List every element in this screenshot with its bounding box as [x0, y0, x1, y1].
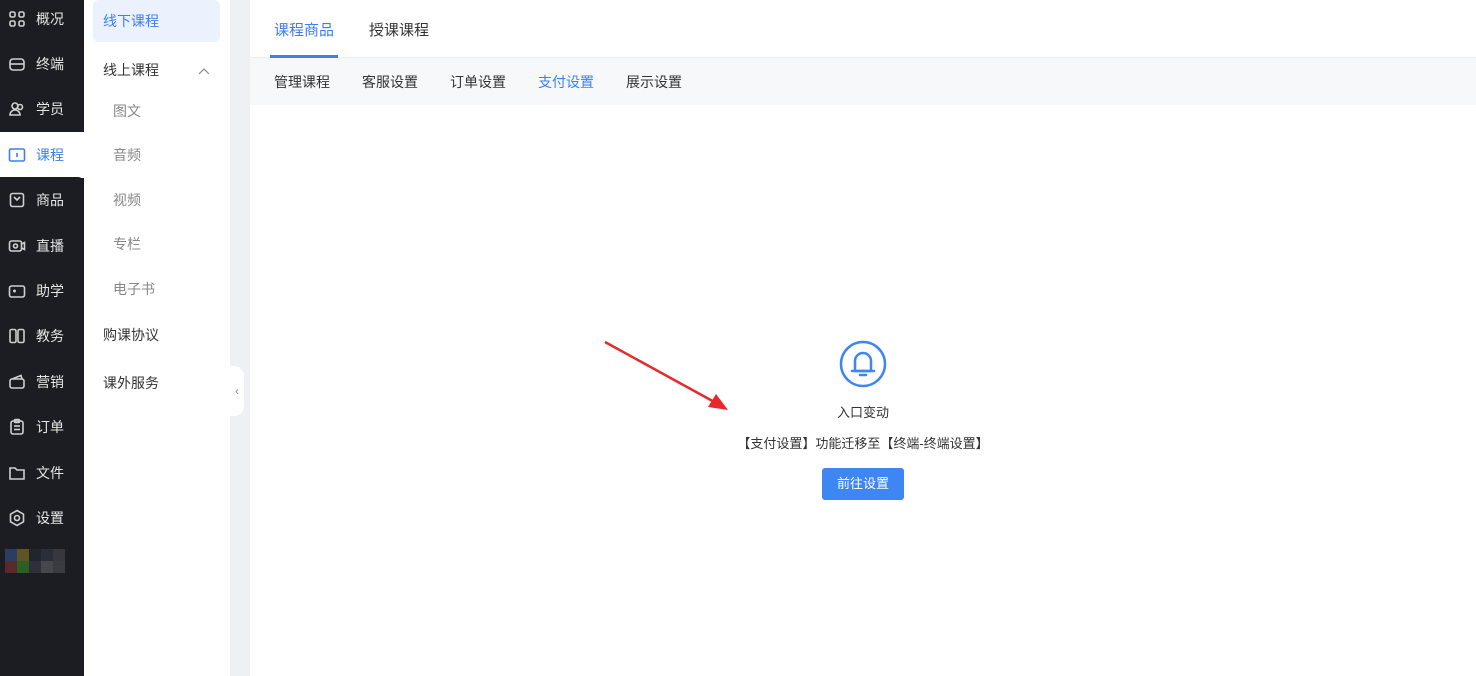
terminal-icon: [8, 55, 26, 73]
nav-item-course[interactable]: 课程: [0, 132, 84, 178]
subtab-service[interactable]: 客服设置: [362, 58, 418, 105]
nav-item-label: 学员: [36, 101, 64, 118]
collapse-sidebar-button[interactable]: ‹: [230, 366, 244, 416]
subnav-extra-service[interactable]: 课外服务: [93, 362, 220, 404]
nav-item-settings[interactable]: 设置: [0, 495, 84, 541]
grid-icon: [8, 10, 26, 28]
nav-item-live[interactable]: 直播: [0, 223, 84, 268]
subnav-online-course[interactable]: 线上课程: [93, 49, 220, 91]
nav-item-goods[interactable]: 商品: [0, 177, 84, 223]
nav-item-label: 概况: [36, 10, 64, 27]
tab-teaching-course[interactable]: 授课课程: [365, 0, 433, 58]
nav-item-label: 设置: [36, 509, 64, 526]
subtab-order[interactable]: 订单设置: [450, 58, 506, 105]
divider: [230, 0, 250, 676]
red-arrow-annotation: [604, 340, 728, 410]
bell-icon: [839, 340, 887, 388]
subnav-item-video[interactable]: 视频: [93, 179, 220, 221]
main-sidebar: 概况终端学员课程商品直播助学教务营销订单文件设置: [0, 0, 84, 676]
nav-item-columns[interactable]: 教务: [0, 313, 84, 359]
subnav-item-column[interactable]: 专栏: [93, 223, 220, 265]
subtab-manage[interactable]: 管理课程: [274, 58, 330, 105]
nav-item-users[interactable]: 学员: [0, 86, 84, 132]
subnav-offline-course[interactable]: 线下课程: [93, 0, 220, 42]
notice-description: 【支付设置】功能迁移至【终端-终端设置】: [737, 436, 989, 451]
users-icon: [8, 100, 26, 118]
clipboard-icon: [8, 418, 26, 436]
goods-icon: [8, 191, 26, 209]
settings-icon: [8, 509, 26, 527]
subtab-payment[interactable]: 支付设置: [538, 58, 594, 105]
nav-item-label: 直播: [36, 237, 64, 254]
nav-item-gamepad[interactable]: 助学: [0, 268, 84, 314]
subnav-item-ebook[interactable]: 电子书: [93, 268, 220, 310]
tab-course-goods[interactable]: 课程商品: [270, 0, 339, 58]
folder-icon: [8, 464, 26, 482]
subtab-bar: 管理课程 客服设置 订单设置 支付设置 展示设置: [250, 58, 1476, 105]
nav-item-label: 助学: [36, 282, 64, 299]
notice-panel: 入口变动 【支付设置】功能迁移至【终端-终端设置】 前往设置: [250, 340, 1476, 500]
nav-item-label: 营销: [36, 373, 64, 390]
nav-item-folder[interactable]: 文件: [0, 450, 84, 495]
subtab-display[interactable]: 展示设置: [626, 58, 682, 105]
tab-bar: 课程商品 授课课程: [250, 0, 1476, 58]
nav-item-wallet[interactable]: 营销: [0, 359, 84, 405]
gamepad-icon: [8, 282, 26, 300]
nav-item-grid[interactable]: 概况: [0, 0, 84, 41]
nav-item-label: 课程: [36, 146, 64, 163]
chevron-up-icon: [198, 62, 210, 78]
subnav-item-text[interactable]: 图文: [93, 90, 220, 132]
wallet-icon: [8, 373, 26, 391]
nav-item-label: 商品: [36, 192, 64, 209]
subnav-item-audio[interactable]: 音频: [93, 134, 220, 176]
subnav-online-label: 线上课程: [103, 62, 159, 78]
secondary-sidebar: 线下课程 线上课程 图文 音频 视频 专栏 电子书 购课协议 课外服务: [84, 0, 230, 676]
notice-title: 入口变动: [836, 405, 889, 420]
nav-item-terminal[interactable]: 终端: [0, 41, 84, 87]
nav-item-label: 文件: [36, 464, 64, 481]
subnav-agreement[interactable]: 购课协议: [93, 314, 220, 356]
main-content: 课程商品 授课课程 管理课程 客服设置 订单设置 支付设置 展示设置 入口变动 …: [250, 0, 1476, 676]
chevron-left-icon: ‹: [235, 384, 239, 398]
nav-item-clipboard[interactable]: 订单: [0, 404, 84, 450]
live-icon: [8, 237, 26, 255]
go-to-settings-button[interactable]: 前往设置: [821, 468, 904, 500]
columns-icon: [8, 327, 26, 345]
avatar[interactable]: [5, 549, 65, 573]
nav-item-label: 订单: [36, 419, 64, 436]
course-icon: [8, 146, 26, 164]
nav-item-label: 教务: [36, 328, 64, 345]
nav-item-label: 终端: [36, 55, 64, 72]
